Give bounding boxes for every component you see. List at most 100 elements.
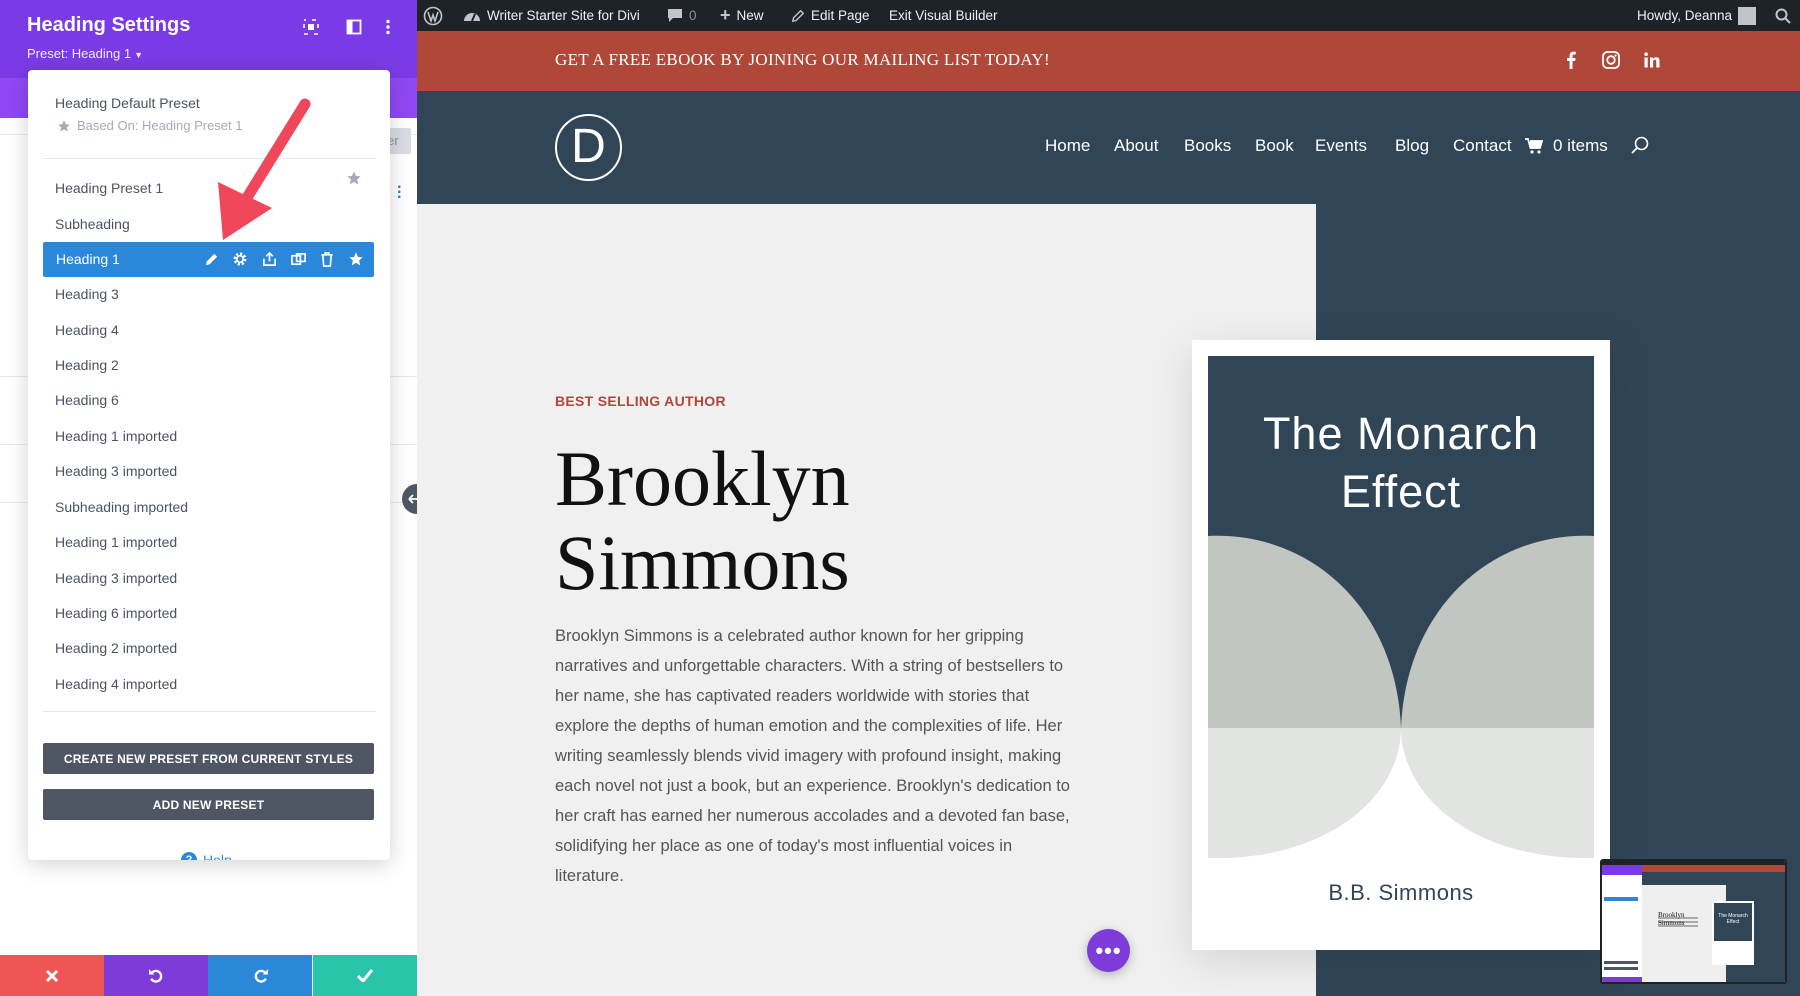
- site-logo[interactable]: D: [555, 114, 622, 181]
- preset-item-active[interactable]: Heading 1: [43, 242, 374, 277]
- linkedin-icon[interactable]: [1642, 49, 1662, 71]
- preset-item[interactable]: Heading 2: [55, 357, 355, 377]
- facebook-icon[interactable]: [1561, 49, 1581, 71]
- help-link[interactable]: ? Help: [181, 852, 232, 860]
- preset-item[interactable]: Heading 6: [55, 392, 355, 412]
- search-icon: [1775, 8, 1791, 24]
- nav-events[interactable]: Events: [1315, 136, 1367, 156]
- default-preset-item[interactable]: Heading Default Preset: [55, 95, 200, 111]
- new-link[interactable]: + New: [720, 0, 764, 31]
- nav-contact[interactable]: Contact: [1453, 136, 1512, 156]
- book-title-line: The Monarch: [1262, 408, 1540, 459]
- site-name-link[interactable]: Writer Starter Site for Divi: [463, 0, 640, 31]
- preset-item[interactable]: Heading 1 imported: [55, 428, 355, 448]
- preset-item[interactable]: Heading 4: [55, 322, 355, 342]
- promo-text: GET A FREE EBOOK BY JOINING OUR MAILING …: [555, 50, 1050, 69]
- based-on-label: Based On: Heading Preset 1: [57, 118, 243, 133]
- preset-item[interactable]: Heading 2 imported: [55, 640, 355, 660]
- based-on-text: Based On: Heading Preset 1: [77, 118, 243, 133]
- panel-title: Heading Settings: [27, 14, 191, 36]
- book-cover-card: The Monarch Effect B.B. Simmons: [1192, 340, 1610, 950]
- save-button[interactable]: [313, 955, 417, 996]
- nav-about[interactable]: About: [1114, 136, 1158, 156]
- undo-icon: [148, 969, 162, 983]
- preset-dropdown: Heading Default Preset Based On: Heading…: [28, 70, 390, 860]
- duplicate-icon[interactable]: [290, 250, 306, 268]
- exit-builder-link[interactable]: Exit Visual Builder: [889, 0, 998, 31]
- wp-admin-bar: Writer Starter Site for Divi 0 + New Edi…: [417, 0, 1800, 31]
- edit-icon[interactable]: [203, 250, 219, 268]
- builder-menu-button[interactable]: •••: [1087, 929, 1130, 972]
- thumbnail-book-title-line: Effect: [1726, 919, 1740, 925]
- comment-icon: [668, 9, 682, 22]
- star-icon[interactable]: [348, 250, 364, 268]
- more-vertical-icon[interactable]: [379, 18, 397, 36]
- thumbnail-title-line: Simmons: [1658, 919, 1685, 927]
- book-author: B.B. Simmons: [1328, 880, 1474, 905]
- edit-page-link[interactable]: Edit Page: [791, 0, 870, 31]
- help-label: Help: [203, 852, 232, 860]
- focus-icon[interactable]: [302, 18, 320, 36]
- preset-actions: [203, 250, 364, 268]
- nav-blog[interactable]: Blog: [1395, 136, 1429, 156]
- divider: [43, 158, 376, 159]
- wordpress-logo[interactable]: [423, 0, 443, 31]
- nav-home[interactable]: Home: [1045, 136, 1090, 156]
- trash-icon[interactable]: [319, 250, 335, 268]
- export-icon[interactable]: [261, 250, 277, 268]
- wordpress-icon: [423, 6, 443, 25]
- settings-panel: Heading Settings Preset: Heading 1 ▼ er ·…: [0, 0, 417, 996]
- user-menu[interactable]: Howdy, Deanna: [1637, 0, 1757, 31]
- admin-search[interactable]: [1775, 0, 1791, 31]
- cart-icon: [1525, 138, 1543, 154]
- preset-selector[interactable]: Preset: Heading 1 ▼: [27, 46, 143, 61]
- preset-item[interactable]: Heading 6 imported: [55, 605, 355, 625]
- book-title: The Monarch Effect: [1208, 405, 1594, 521]
- search-icon[interactable]: [1631, 136, 1649, 159]
- undo-button[interactable]: [104, 955, 208, 996]
- panel-header: Heading Settings Preset: Heading 1 ▼: [0, 0, 417, 78]
- star-icon[interactable]: [346, 170, 362, 186]
- site-header: D Home About Books Book Events Blog Cont…: [417, 91, 1800, 204]
- close-icon: [45, 969, 59, 982]
- comments-link[interactable]: 0: [667, 0, 697, 31]
- preset-item[interactable]: Subheading: [55, 216, 355, 236]
- star-icon: [58, 119, 70, 132]
- hero-eyebrow: BEST SELLING AUTHOR: [555, 393, 726, 409]
- preset-item[interactable]: Heading 3 imported: [55, 570, 355, 590]
- preset-item[interactable]: Heading 4 imported: [55, 676, 355, 696]
- discard-button[interactable]: [0, 955, 104, 996]
- more-vertical-icon[interactable]: · · ·: [397, 180, 402, 206]
- thumbnail-title: Brooklyn Simmons: [1658, 911, 1684, 927]
- preset-item[interactable]: Heading 3: [55, 286, 355, 306]
- cart-link[interactable]: 0 items: [1525, 136, 1608, 156]
- howdy-label: Howdy, Deanna: [1637, 8, 1733, 23]
- preset-item[interactable]: Subheading imported: [55, 499, 355, 519]
- nav-books[interactable]: Books: [1184, 136, 1231, 156]
- create-preset-button[interactable]: CREATE NEW PRESET FROM CURRENT STYLES: [43, 743, 374, 774]
- nav-book[interactable]: Book: [1255, 136, 1294, 156]
- layout-icon[interactable]: [345, 18, 363, 36]
- screenshot-thumbnail[interactable]: Brooklyn Simmons The Monarch Effect: [1600, 859, 1787, 984]
- preset-item[interactable]: Heading 3 imported: [55, 463, 355, 483]
- pencil-icon: [791, 9, 805, 22]
- promo-bar: GET A FREE EBOOK BY JOINING OUR MAILING …: [417, 31, 1800, 91]
- instagram-icon[interactable]: [1601, 49, 1621, 71]
- site-name: Writer Starter Site for Divi: [487, 8, 640, 23]
- redo-icon: [254, 969, 268, 983]
- help-icon: ?: [181, 852, 197, 860]
- hero-description: Brooklyn Simmons is a celebrated author …: [555, 627, 1070, 885]
- gear-icon[interactable]: [232, 250, 248, 268]
- preset-item[interactable]: Heading Preset 1: [55, 180, 355, 200]
- new-label: New: [736, 8, 764, 23]
- plus-icon: +: [720, 5, 731, 25]
- preset-item[interactable]: Heading 1 imported: [55, 534, 355, 554]
- edit-page-label: Edit Page: [811, 8, 870, 23]
- avatar: [1738, 6, 1757, 25]
- divider: [43, 711, 376, 712]
- preset-label: Preset: Heading 1: [27, 46, 132, 61]
- redo-button[interactable]: [208, 955, 312, 996]
- hero-title: Brooklyn Simmons: [555, 437, 975, 605]
- add-preset-button[interactable]: ADD NEW PRESET: [43, 789, 374, 820]
- caret-down-icon: ▼: [134, 50, 143, 60]
